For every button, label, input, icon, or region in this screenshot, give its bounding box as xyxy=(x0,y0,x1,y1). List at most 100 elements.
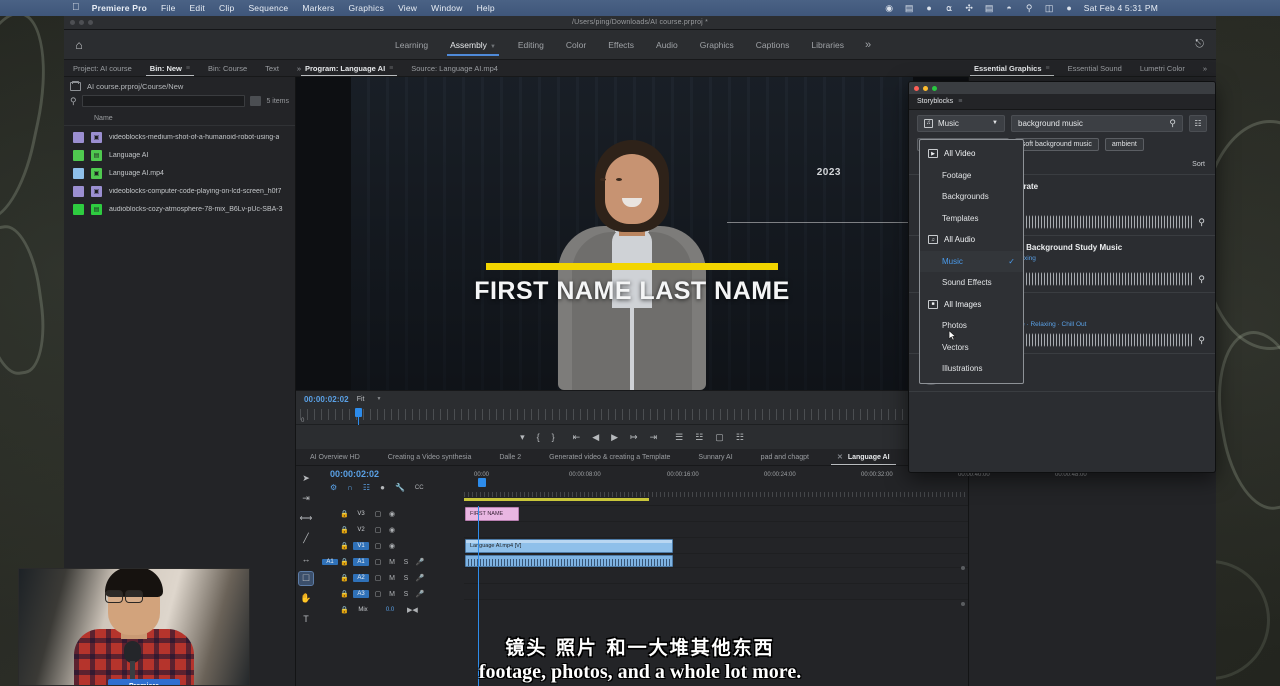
maximize-icon[interactable] xyxy=(932,86,937,91)
track-header-v1[interactable]: 🔒 V1 ▢ ◉ xyxy=(316,538,464,554)
menu-item-graphics[interactable]: Graphics xyxy=(348,3,384,13)
voice-over-icon[interactable]: 🎤 xyxy=(415,574,425,582)
track-row-a3[interactable] xyxy=(464,584,968,600)
timeline-scrollbar[interactable] xyxy=(960,548,966,680)
list-item[interactable]: ▣ videoblocks-computer-code-playing-on-l… xyxy=(64,182,295,200)
tab-text[interactable]: Text xyxy=(256,60,288,76)
track-row-v3[interactable]: FIRST NAME xyxy=(464,506,968,522)
type-tool-icon[interactable]: T xyxy=(299,612,313,625)
tab-lumetri-color[interactable]: Lumetri Color xyxy=(1131,60,1194,76)
find-similar-icon[interactable]: ⚲ xyxy=(1198,217,1205,228)
menu-item-sound-effects[interactable]: Sound Effects xyxy=(920,272,1023,294)
monitor-playhead[interactable] xyxy=(355,408,362,417)
voice-over-icon[interactable]: 🎤 xyxy=(415,558,425,566)
sync-lock-icon[interactable]: ▢ xyxy=(373,558,383,566)
solo-icon[interactable]: S xyxy=(401,559,411,566)
menu-item-help[interactable]: Help xyxy=(477,3,495,13)
sequence-tab-language-ai[interactable]: ✕Language AI xyxy=(823,449,904,465)
program-monitor-canvas[interactable]: 2023 FIRST NAME LAST NAME xyxy=(296,77,968,390)
menu-bar-clock[interactable]: Sat Feb 4 5:31 PM xyxy=(1084,3,1158,13)
workspace-tab-learning[interactable]: Learning xyxy=(384,35,439,55)
sequence-tab-pad-and-chagpt[interactable]: pad and chagpt xyxy=(747,449,823,465)
sync-lock-icon[interactable]: ▢ xyxy=(373,542,383,550)
search-icon[interactable]: ⚲ xyxy=(70,96,77,107)
add-marker-icon[interactable]: ▾ xyxy=(520,432,525,443)
list-item[interactable]: ▣ Language AI.mp4 xyxy=(64,164,295,182)
storyblocks-panel-tab[interactable]: Storyblocks ≡ xyxy=(909,94,1215,110)
button-editor-icon[interactable]: ☷ xyxy=(736,432,744,443)
clip-language-ai-video[interactable]: Language AI.mp4 [V] xyxy=(465,539,673,553)
apple-icon[interactable]:  xyxy=(72,3,80,13)
mark-in-icon[interactable]: { xyxy=(537,432,540,442)
menu-item-templates[interactable]: Templates xyxy=(920,208,1023,230)
track-header-v2[interactable]: 🔒 V2 ▢ ◉ xyxy=(316,522,464,538)
go-to-in-icon[interactable]: ⇤ xyxy=(573,432,581,443)
track-name-label[interactable]: V2 xyxy=(353,526,369,534)
sequence-tab-sunnary-ai[interactable]: Sunnary AI xyxy=(684,449,746,465)
battery-icon[interactable]: ▤ xyxy=(904,3,915,14)
panel-menu-icon[interactable]: ≡ xyxy=(186,65,190,72)
workspace-tab-color[interactable]: Color xyxy=(555,35,597,55)
sort-control[interactable]: Sort xyxy=(1192,161,1205,168)
source-patch-a1[interactable]: A1 xyxy=(322,559,338,565)
headphones-icon[interactable]: ⍺ xyxy=(944,3,955,14)
menu-item-file[interactable]: File xyxy=(161,3,176,13)
lock-icon[interactable]: 🔒 xyxy=(340,542,349,550)
input-source-icon[interactable]: ▤ xyxy=(984,3,995,14)
track-row-v2[interactable] xyxy=(464,522,968,538)
lift-icon[interactable]: ☰ xyxy=(675,432,683,443)
menu-item-footage[interactable]: Footage xyxy=(920,165,1023,187)
lock-icon[interactable]: 🔒 xyxy=(340,526,349,534)
track-row-a1[interactable] xyxy=(464,554,968,568)
track-header-mix[interactable]: 🔒 Mix 0.0 ▶◀ xyxy=(316,602,464,618)
tab-program-monitor[interactable]: Program: Language AI≡ xyxy=(296,60,402,76)
screen-record-icon[interactable]: ◉ xyxy=(884,3,895,14)
step-back-icon[interactable]: ◀ xyxy=(592,432,599,443)
sync-lock-icon[interactable]: ▢ xyxy=(373,574,383,582)
monitor-time-ruler[interactable]: 0 xyxy=(296,407,968,425)
find-similar-icon[interactable]: ⚲ xyxy=(1198,274,1205,285)
menu-item-view[interactable]: View xyxy=(398,3,417,13)
track-row-a2[interactable] xyxy=(464,568,968,584)
right-tabs-more[interactable]: » xyxy=(1194,60,1216,76)
snap-icon[interactable]: ∩ xyxy=(347,483,353,492)
sequence-tab-ai-overview-hd[interactable]: AI Overview HD xyxy=(296,449,374,465)
clip-first-name[interactable]: FIRST NAME xyxy=(465,507,519,521)
menu-item-premiere-pro[interactable]: Premiere Pro xyxy=(92,3,147,13)
track-name-label[interactable]: A2 xyxy=(353,574,369,582)
export-frame-icon[interactable]: ▢ xyxy=(715,432,724,443)
lock-icon[interactable]: 🔒 xyxy=(340,558,349,566)
close-icon[interactable] xyxy=(914,86,919,91)
solo-icon[interactable]: S xyxy=(401,591,411,598)
category-dropdown-menu[interactable]: ▶ All Video Footage Backgrounds Template… xyxy=(919,139,1024,384)
lock-icon[interactable]: 🔒 xyxy=(340,510,349,518)
grid-view-icon[interactable]: ☷ xyxy=(1189,115,1207,132)
storyblocks-search-input[interactable]: background music ⚲ xyxy=(1011,115,1183,132)
menu-item-all-images[interactable]: ■ All Images xyxy=(920,294,1023,316)
project-search-input[interactable] xyxy=(82,95,246,107)
monitor-timecode[interactable]: 00:00:02:02 xyxy=(304,395,349,404)
search-icon[interactable]: ⚲ xyxy=(1169,118,1176,129)
minimize-icon[interactable] xyxy=(923,86,928,91)
tab-essential-graphics[interactable]: Essential Graphics≡ xyxy=(965,60,1059,76)
lock-icon[interactable]: 🔒 xyxy=(340,606,349,614)
category-dropdown[interactable]: ♫ Music ▼ xyxy=(917,115,1005,132)
pan-icon[interactable]: ▶◀ xyxy=(407,606,417,614)
menu-item-illustrations[interactable]: Illustrations xyxy=(920,358,1023,380)
menu-item-backgrounds[interactable]: Backgrounds xyxy=(920,186,1023,208)
voice-over-icon[interactable]: 🎤 xyxy=(415,590,425,598)
track-select-forward-tool-icon[interactable]: ⇥ xyxy=(299,492,313,505)
zoom-level-select[interactable]: Fit ▼ xyxy=(357,396,382,403)
selection-tool-icon[interactable]: ➤ xyxy=(299,472,313,485)
filter-bin-icon[interactable] xyxy=(250,96,261,106)
workspace-tab-assembly[interactable]: Assembly▼ xyxy=(439,35,507,55)
track-header-a3[interactable]: 🔒 A3 ▢ M S 🎤 xyxy=(316,586,464,602)
sequence-tab-dalle-2[interactable]: Dalle 2 xyxy=(485,449,535,465)
bluetooth-icon[interactable]: ✣ xyxy=(964,3,975,14)
close-icon[interactable]: ✕ xyxy=(837,453,843,461)
tab-source-monitor[interactable]: Source: Language AI.mp4 xyxy=(402,60,507,76)
home-icon[interactable]: ⌂ xyxy=(64,38,94,52)
nest-sequence-icon[interactable]: ⚙ xyxy=(330,483,337,492)
solo-icon[interactable]: S xyxy=(401,575,411,582)
mute-icon[interactable]: M xyxy=(387,575,397,582)
